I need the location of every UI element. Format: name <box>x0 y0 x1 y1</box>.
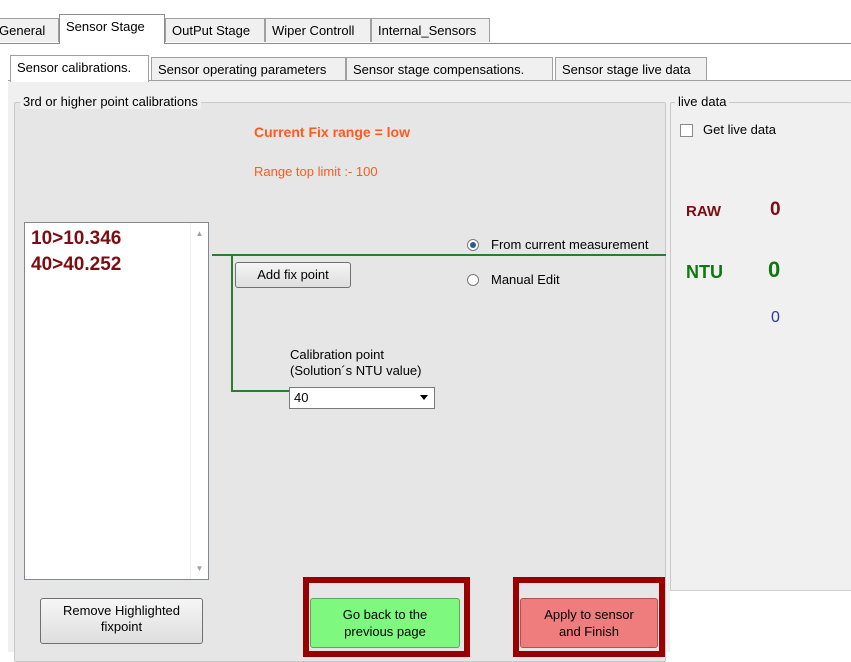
tab-sensor-stage-compensations[interactable]: Sensor stage compensations. <box>346 57 553 81</box>
tab-sensor-calibrations[interactable]: Sensor calibrations. <box>10 55 149 82</box>
calibration-point-label-line: (Solution´s NTU value) <box>290 363 422 378</box>
button-label-line: Go back to the <box>342 607 428 622</box>
calibration-point-value: 40 <box>294 390 309 405</box>
connector-line <box>231 254 233 392</box>
radio-from-current-label: From current measurement <box>491 237 649 252</box>
button-label-line: fixpoint <box>100 619 143 634</box>
live-data-footer <box>670 590 851 653</box>
tab-label: Internal_Sensors <box>378 23 477 38</box>
live-data-group-box <box>670 102 851 592</box>
connector-line <box>212 254 406 256</box>
calibration-group-title: 3rd or higher point calibrations <box>20 95 201 109</box>
list-item[interactable]: 10>10.346 <box>31 228 121 250</box>
tab-label: General <box>0 23 46 38</box>
go-back-button[interactable]: Go back to the previous page <box>310 598 460 648</box>
listbox-scrollbar[interactable]: ▲ ▼ <box>190 223 208 579</box>
raw-value: 0 <box>770 199 781 220</box>
button-label-line: previous page <box>344 624 426 639</box>
apply-button[interactable]: Apply to sensor and Finish <box>520 598 658 648</box>
tab-sensor-stage-live-data[interactable]: Sensor stage live data <box>555 57 707 81</box>
scroll-up-icon[interactable]: ▲ <box>191 225 208 242</box>
tab-label: Sensor Stage <box>66 19 145 34</box>
tab-sensor-operating-parameters[interactable]: Sensor operating parameters <box>151 57 346 81</box>
button-label-line: Remove Highlighted <box>62 603 181 618</box>
calibration-point-label: Calibration point (Solution´s NTU value) <box>290 347 422 379</box>
tab-internal-sensors[interactable]: Internal_Sensors <box>371 18 490 42</box>
tab-label: Sensor stage compensations. <box>353 62 525 77</box>
ntu-value: 0 <box>768 257 781 282</box>
secondary-value: 0 <box>771 309 780 326</box>
raw-label: RAW <box>686 203 721 220</box>
radio-from-current-measurement[interactable] <box>467 239 479 251</box>
fixpoint-listbox[interactable]: 10>10.346 40>40.252 ▲ ▼ <box>24 222 209 580</box>
tab-label: Sensor calibrations. <box>17 60 132 75</box>
button-label-line: and Finish <box>559 624 619 639</box>
list-item[interactable]: 40>40.252 <box>31 254 121 276</box>
tab-output-stage[interactable]: OutPut Stage <box>165 18 265 42</box>
tab-label: Sensor operating parameters <box>158 62 327 77</box>
connector-line <box>231 390 289 392</box>
tab-sensor-stage[interactable]: Sensor Stage <box>59 14 165 44</box>
calibration-point-label-line: Calibration point <box>290 347 384 362</box>
scroll-down-icon[interactable]: ▼ <box>191 560 208 577</box>
current-fix-range-label: Current Fix range = low <box>254 124 410 140</box>
get-live-data-label: Get live data <box>703 122 776 137</box>
tab-label: Sensor stage live data <box>562 62 691 77</box>
tab-wiper-controll[interactable]: Wiper Controll <box>265 18 371 42</box>
range-top-limit-label: Range top limit :- 100 <box>254 164 378 179</box>
tab-general[interactable]: General <box>0 18 59 42</box>
get-live-data-checkbox[interactable] <box>680 124 693 137</box>
ntu-label: NTU <box>686 262 723 282</box>
tab-label: OutPut Stage <box>172 23 251 38</box>
add-fix-point-button[interactable]: Add fix point <box>235 262 351 288</box>
remove-highlighted-fixpoint-button[interactable]: Remove Highlighted fixpoint <box>40 598 203 644</box>
connector-line <box>406 254 666 256</box>
button-label-line: Apply to sensor <box>544 607 634 622</box>
radio-manual-edit[interactable] <box>467 274 479 286</box>
live-data-group-title: live data <box>675 95 730 109</box>
tab-label: Wiper Controll <box>272 23 355 38</box>
chevron-down-icon[interactable] <box>420 395 428 400</box>
radio-manual-edit-label: Manual Edit <box>491 272 560 287</box>
calibration-point-select[interactable]: 40 <box>289 387 435 409</box>
